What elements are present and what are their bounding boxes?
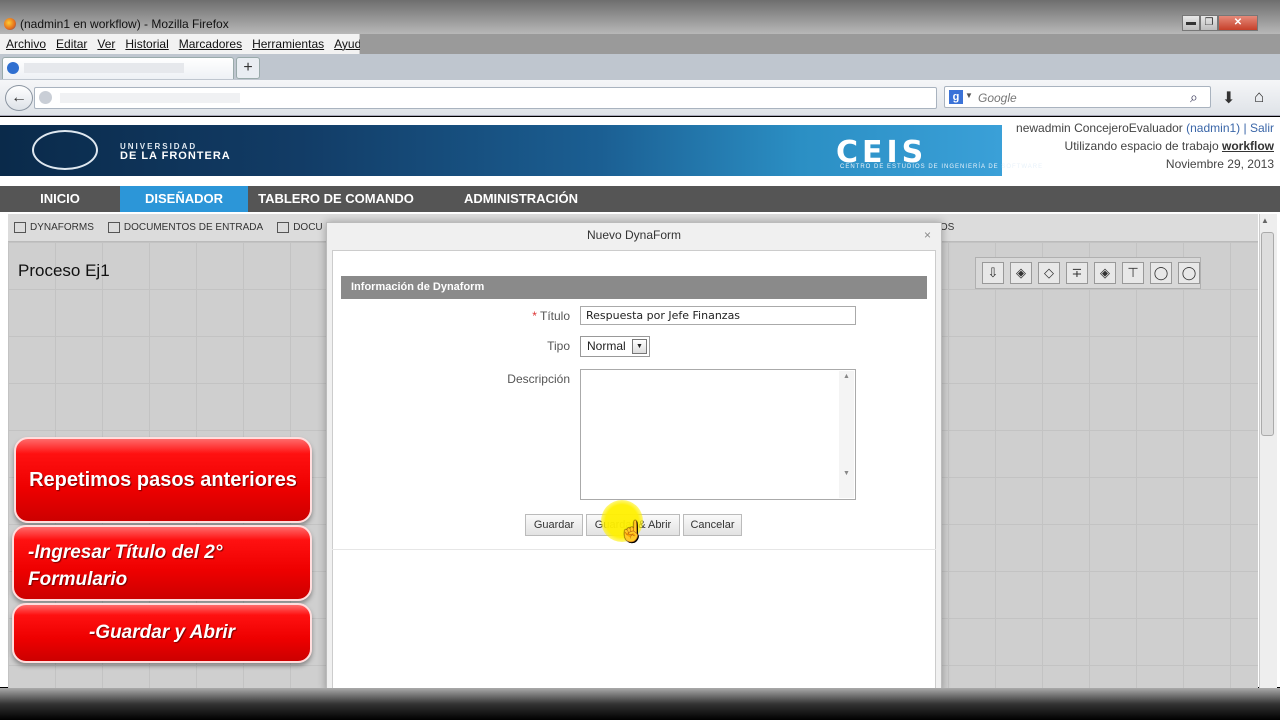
nav-tablero[interactable]: TABLERO DE COMANDO <box>248 186 424 212</box>
gateway-icon[interactable]: ◈ <box>1010 262 1032 284</box>
menu-marcadores[interactable]: Marcadores <box>179 37 242 51</box>
download-doc-icon <box>277 221 290 233</box>
menu-ver[interactable]: Ver <box>97 37 115 51</box>
workspace-link[interactable]: workflow <box>1222 139 1274 153</box>
separator: | <box>1243 121 1247 135</box>
description-textarea[interactable] <box>580 369 856 500</box>
arrow-down-icon[interactable]: ⇩ <box>982 262 1004 284</box>
scroll-thumb[interactable] <box>1261 232 1274 436</box>
toolbar-output-docs[interactable]: DOCU <box>277 221 323 233</box>
required-mark: * <box>532 309 537 323</box>
window-title: (nadmin1 en workflow) - Mozilla Firefox <box>20 17 229 31</box>
toolbar-input-docs[interactable]: DOCUMENTOS DE ENTRADA <box>107 221 263 233</box>
cancel-button[interactable]: Cancelar <box>683 514 742 536</box>
parallel-icon[interactable]: ∓ <box>1066 262 1088 284</box>
menu-herramientas[interactable]: Herramientas <box>252 37 324 51</box>
back-button[interactable]: ← <box>5 85 33 111</box>
dialog-divider <box>332 549 936 550</box>
start-event-icon[interactable]: ◯ <box>1150 262 1172 284</box>
form-icon <box>14 221 26 233</box>
user-name: newadmin ConcejeroEvaluador <box>1016 121 1183 135</box>
gear-icon <box>7 62 19 74</box>
callout-save-open: -Guardar y Abrir <box>12 603 312 663</box>
tab-title-blurred <box>24 63 184 73</box>
title-label: * Título <box>532 309 570 323</box>
hand-cursor-icon: ☝ <box>619 521 644 543</box>
main-nav: INICIO DISEÑADOR TABLERO DE COMANDO ADMI… <box>0 186 1280 212</box>
dialog-title: Nuevo DynaForm <box>586 228 682 242</box>
textarea-scrollbar[interactable] <box>839 371 854 498</box>
nav-administracion[interactable]: ADMINISTRACIÓN <box>424 186 618 212</box>
user-info: newadmin ConcejeroEvaluador (nadmin1) | … <box>1012 119 1274 173</box>
process-title: Proceso Ej1 <box>18 261 110 280</box>
scroll-down-icon[interactable]: ▼ <box>843 470 850 477</box>
close-icon[interactable]: × <box>924 228 931 242</box>
scroll-up-icon[interactable]: ▲ <box>843 373 850 380</box>
google-logo-icon[interactable]: g <box>949 90 963 104</box>
video-bottom-fade <box>0 688 1280 720</box>
text-icon[interactable]: ⊤ <box>1122 262 1144 284</box>
search-icon[interactable]: ⌕ <box>1190 89 1198 106</box>
globe-icon <box>39 91 52 104</box>
workspace-label: Utilizando espacio de trabajo <box>1064 139 1219 153</box>
menubar: Archivo Editar Ver Historial Marcadores … <box>0 34 368 54</box>
selection-icon[interactable]: ◈ <box>1094 262 1116 284</box>
logout-link[interactable]: Salir <box>1250 121 1274 135</box>
type-label: Tipo <box>547 339 570 353</box>
search-placeholder: Google <box>978 91 1017 105</box>
user-login[interactable]: (nadmin1) <box>1186 121 1240 135</box>
save-button[interactable]: Guardar <box>525 514 583 536</box>
callout-enter-title: -Ingresar Título del 2° Formulario <box>12 525 312 601</box>
window-controls: ▬ ❐ ✕ <box>1182 15 1258 31</box>
nav-disenador[interactable]: DISEÑADOR <box>120 186 248 212</box>
restore-button[interactable]: ❐ <box>1200 15 1218 31</box>
title-input[interactable]: Respuesta por Jefe Finanzas <box>580 306 856 325</box>
description-label: Descripción <box>507 372 570 386</box>
university-logo-icon <box>32 130 98 170</box>
scroll-up-icon[interactable]: ▲ <box>1261 216 1269 225</box>
url-blurred <box>60 93 240 103</box>
shape-toolbar: ⇩ ◈ ◇ ∓ ◈ ⊤ ◯ ◯ <box>975 257 1201 289</box>
section-header: Información de Dynaform <box>341 276 927 299</box>
university-name-line2: DE LA FRONTERA <box>120 150 231 162</box>
menu-editar[interactable]: Editar <box>56 37 87 51</box>
end-event-icon[interactable]: ◯ <box>1178 262 1200 284</box>
chevron-down-icon[interactable]: ▼ <box>632 339 647 354</box>
nav-inicio[interactable]: INICIO <box>0 186 120 212</box>
chevron-down-icon[interactable]: ▼ <box>965 91 973 100</box>
diamond-icon[interactable]: ◇ <box>1038 262 1060 284</box>
toolbar-dynaforms[interactable]: DYNAFORMS <box>14 221 94 233</box>
minimize-button[interactable]: ▬ <box>1182 15 1200 31</box>
upload-icon <box>107 221 120 233</box>
current-date: Noviembre 29, 2013 <box>1165 157 1274 171</box>
menu-historial[interactable]: Historial <box>125 37 168 51</box>
home-icon[interactable]: ⌂ <box>1254 87 1264 107</box>
firefox-icon <box>4 18 16 30</box>
new-tab-button[interactable]: + <box>236 57 260 79</box>
close-button[interactable]: ✕ <box>1218 15 1258 31</box>
download-icon[interactable]: ⬇ <box>1222 88 1235 108</box>
menubar-background <box>360 34 1280 54</box>
menu-archivo[interactable]: Archivo <box>6 37 46 51</box>
callout-repeat-steps: Repetimos pasos anteriores <box>14 437 312 523</box>
